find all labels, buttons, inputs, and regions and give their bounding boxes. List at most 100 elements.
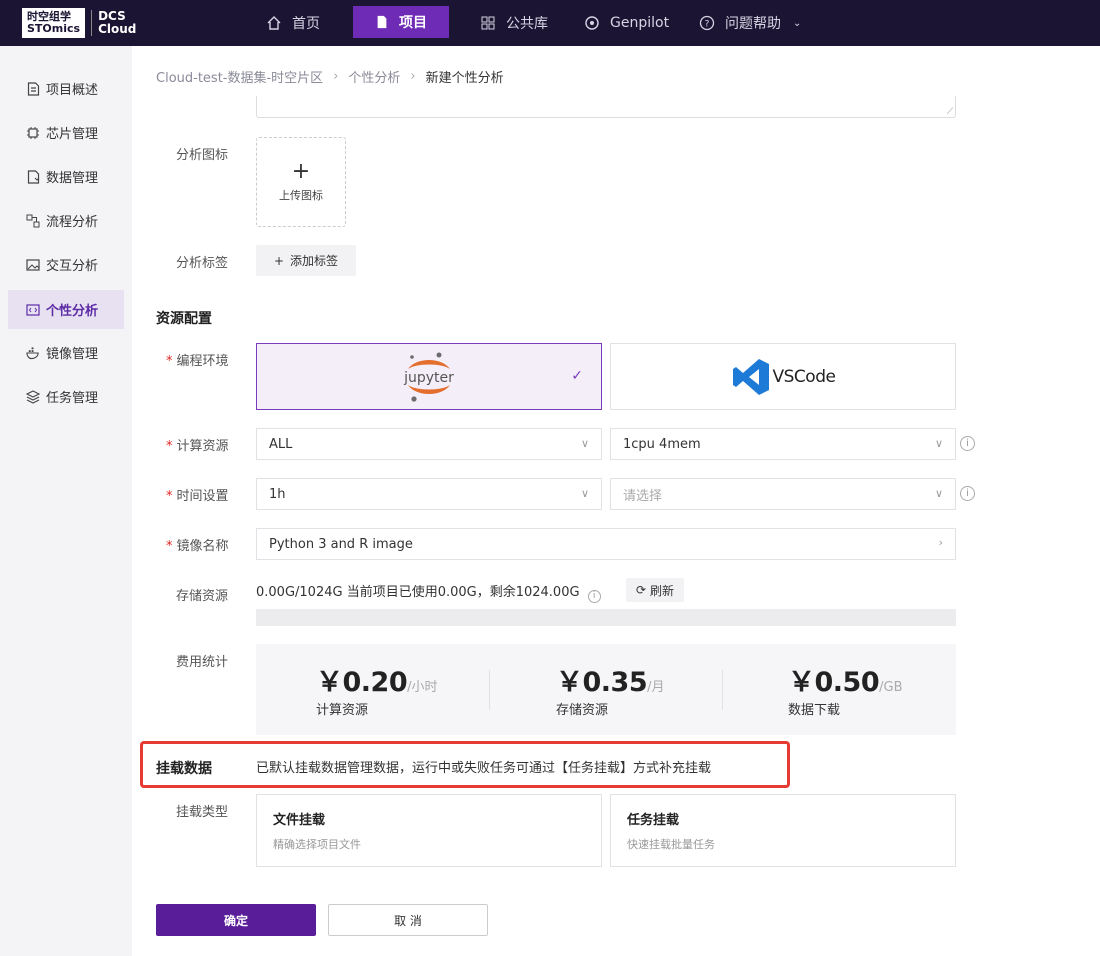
- top-navigation-bar: 时空组学 STOmics DCS Cloud 首页 项目 公共库 Genpilo…: [0, 0, 1100, 46]
- breadcrumb-separator: ›: [410, 69, 416, 84]
- nav-genpilot-label: Genpilot: [610, 15, 670, 31]
- sidebar-item-label: 个性分析: [46, 304, 99, 319]
- help-circle-icon: ?: [699, 15, 715, 31]
- chevron-down-icon: ⌄: [793, 17, 802, 29]
- refresh-button[interactable]: ⟳ 刷新: [626, 578, 684, 602]
- mount-option-file[interactable]: 文件挂载 精确选择项目文件: [256, 794, 602, 867]
- image-value: Python 3 and R image: [269, 536, 413, 552]
- fee-compute: ￥0.20/小时 计算资源: [316, 660, 438, 718]
- breadcrumb-current: 新建个性分析: [425, 71, 504, 86]
- fee-name: 计算资源: [316, 703, 369, 718]
- icon-label: 分析图标: [176, 148, 229, 163]
- env-label: * 编程环境: [166, 354, 229, 369]
- compute-label-text: 计算资源: [176, 439, 229, 454]
- code-icon: [26, 303, 40, 317]
- chip-icon: [26, 126, 40, 140]
- mount-option-desc: 快速挂载批量任务: [627, 838, 715, 851]
- compute-spec-select[interactable]: 1cpu 4mem ∨: [610, 428, 956, 460]
- plus-icon: +: [273, 253, 285, 268]
- info-icon[interactable]: i: [960, 486, 975, 501]
- fee-name: 存储资源: [556, 703, 609, 718]
- chevron-down-icon: ∨: [934, 437, 943, 450]
- info-icon[interactable]: i: [960, 436, 975, 451]
- fee-unit: /小时: [407, 680, 438, 695]
- grid-icon: [481, 16, 495, 30]
- sidebar-item-label: 流程分析: [46, 215, 99, 230]
- add-tag-button[interactable]: + 添加标签: [256, 245, 356, 276]
- fee-unit: /月: [647, 680, 665, 695]
- compute-type-value: ALL: [269, 436, 293, 452]
- file-icon: [377, 15, 387, 29]
- fee-label: 费用统计: [176, 655, 229, 670]
- resize-handle-icon[interactable]: ⟋: [947, 107, 953, 117]
- nav-library-label: 公共库: [506, 16, 548, 32]
- image-label: * 镜像名称: [166, 539, 229, 554]
- logo[interactable]: 时空组学 STOmics DCS Cloud: [22, 8, 136, 38]
- fee-storage: ￥0.35/月 存储资源: [556, 660, 665, 718]
- mount-option-title: 文件挂载: [273, 813, 326, 828]
- svg-text:?: ?: [705, 20, 710, 30]
- nav-home[interactable]: 首页: [266, 0, 320, 46]
- nav-help[interactable]: ? 问题帮助 ⌄: [699, 0, 801, 46]
- layers-icon: [26, 389, 40, 404]
- upload-icon-button[interactable]: + 上传图标: [256, 137, 346, 227]
- time-value: 1h: [269, 486, 286, 502]
- time-label: * 时间设置: [166, 489, 229, 504]
- breadcrumb-separator: ›: [333, 69, 339, 84]
- chevron-down-icon: ∨: [934, 487, 943, 500]
- nav-project[interactable]: 项目: [353, 6, 449, 38]
- compute-label: * 计算资源: [166, 439, 229, 454]
- logo-product: DCS Cloud: [98, 10, 136, 36]
- upload-label: 上传图标: [279, 189, 323, 202]
- add-tag-label: 添加标签: [290, 254, 339, 268]
- storage-info-text: 0.00G/1024G 当前项目已使用0.00G，剩余1024.00G: [256, 585, 580, 600]
- fee-price: ￥0.35: [556, 667, 648, 698]
- sidebar-item-interactive[interactable]: 交互分析: [8, 245, 124, 284]
- sidebar-item-custom-analysis[interactable]: 个性分析: [8, 290, 124, 329]
- sidebar-item-label: 镜像管理: [46, 347, 99, 362]
- chevron-down-icon: ∨: [580, 437, 589, 450]
- info-icon[interactable]: i: [587, 589, 601, 603]
- docker-icon: [26, 346, 40, 360]
- sidebar-item-data[interactable]: 数据管理: [8, 157, 124, 196]
- fee-download: ￥0.50/GB 数据下载: [788, 660, 903, 718]
- logo-divider: [91, 10, 93, 36]
- env-option-vscode[interactable]: VSCode: [610, 343, 956, 410]
- sidebar-item-pipeline[interactable]: 流程分析: [8, 201, 124, 240]
- compute-spec-value: 1cpu 4mem: [623, 436, 701, 452]
- mount-option-title: 任务挂载: [627, 813, 680, 828]
- description-textarea[interactable]: ⟋: [256, 96, 956, 118]
- storage-label: 存储资源: [176, 589, 229, 604]
- time-unit-select[interactable]: 请选择 ∨: [610, 478, 956, 510]
- mount-option-desc: 精确选择项目文件: [273, 838, 361, 851]
- mount-type-label: 挂载类型: [176, 805, 229, 820]
- sidebar-item-overview[interactable]: 项目概述: [8, 69, 124, 108]
- sidebar: 项目概述 芯片管理 数据管理 流程分析 交互分析 个性分析 镜像管理 任务管理: [0, 46, 132, 956]
- chevron-right-icon: ›: [938, 536, 943, 549]
- image-icon: [26, 258, 40, 272]
- genpilot-icon: [585, 16, 599, 30]
- sidebar-item-label: 芯片管理: [46, 127, 99, 142]
- nav-library[interactable]: 公共库: [480, 0, 548, 46]
- sidebar-item-tasks[interactable]: 任务管理: [8, 377, 124, 416]
- sidebar-item-images[interactable]: 镜像管理: [8, 333, 124, 372]
- breadcrumb-section[interactable]: 个性分析: [348, 67, 400, 86]
- fee-summary: ￥0.20/小时 计算资源 ￥0.35/月 存储资源 ￥0.50/GB 数据下载: [256, 644, 956, 735]
- resource-section-title: 资源配置: [156, 311, 212, 327]
- plus-icon: +: [291, 159, 311, 184]
- breadcrumb-root[interactable]: Cloud-test-数据集-时空片区: [156, 67, 323, 86]
- env-option-jupyter[interactable]: jupyter ✓: [256, 343, 602, 410]
- nav-genpilot[interactable]: Genpilot: [584, 0, 669, 46]
- time-label-text: 时间设置: [176, 489, 229, 504]
- compute-type-select[interactable]: ALL ∨: [256, 428, 602, 460]
- breadcrumb: Cloud-test-数据集-时空片区 › 个性分析 › 新建个性分析: [156, 67, 504, 86]
- cancel-button[interactable]: 取 消: [328, 904, 488, 936]
- time-select[interactable]: 1h ∨: [256, 478, 602, 510]
- image-label-text: 镜像名称: [176, 539, 229, 554]
- mount-option-task[interactable]: 任务挂载 快速挂载批量任务: [610, 794, 956, 867]
- image-select[interactable]: Python 3 and R image ›: [256, 528, 956, 560]
- storage-usage-bar: [256, 609, 956, 626]
- env-label-text: 编程环境: [176, 354, 229, 369]
- confirm-button[interactable]: 确定: [156, 904, 316, 936]
- sidebar-item-chips[interactable]: 芯片管理: [8, 113, 124, 152]
